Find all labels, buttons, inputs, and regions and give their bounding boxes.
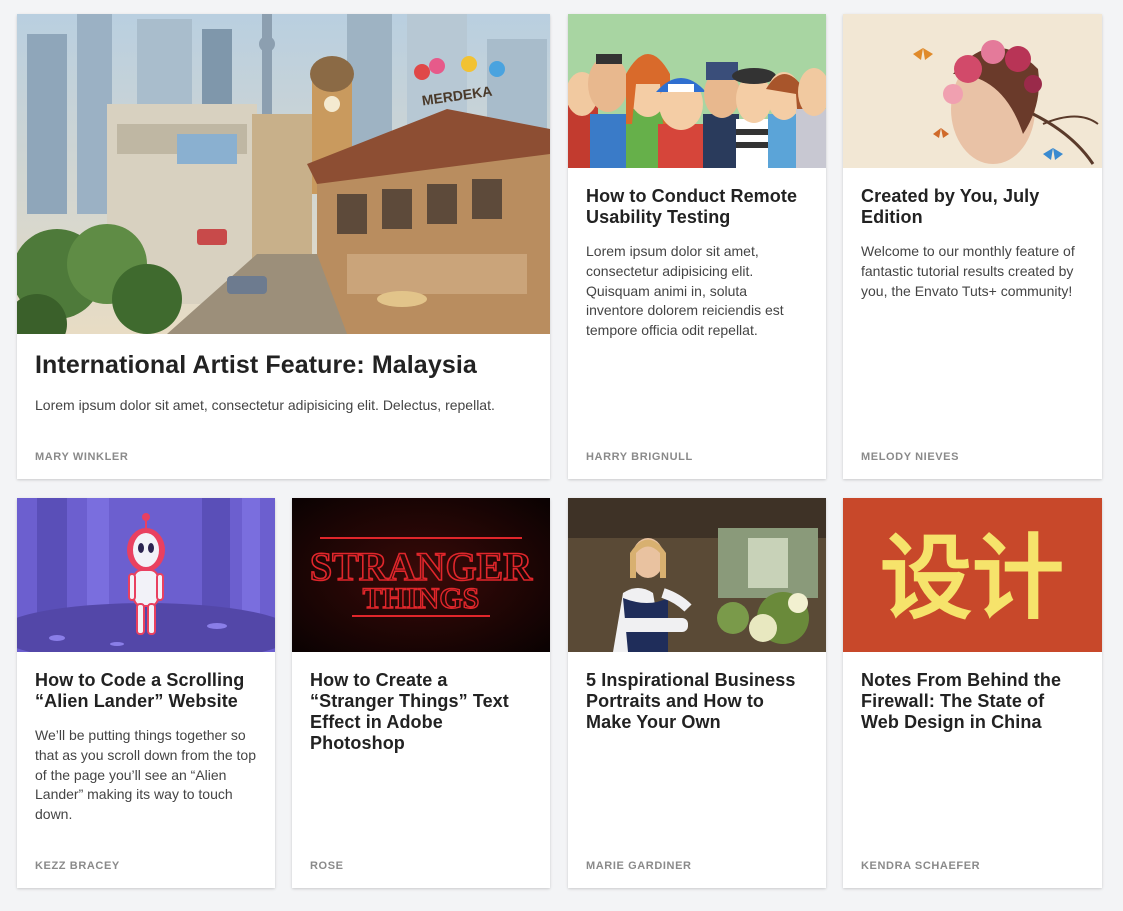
card-author[interactable]: MARY WINKLER [35,451,128,463]
card-thumbnail[interactable] [17,498,275,652]
card-title[interactable]: International Artist Feature: Malaysia [35,350,532,380]
card-author[interactable]: MELODY NIEVES [861,451,959,463]
card-author[interactable]: KEZZ BRACEY [35,860,120,872]
article-card[interactable]: Created by You, July Edition Welcome to … [843,14,1102,479]
florist-portrait-image [568,498,826,652]
card-title[interactable]: How to Create a “Stranger Things” Text E… [310,670,532,754]
card-thumbnail[interactable] [568,14,826,168]
chinese-design-image: 设计 [843,498,1102,652]
article-card[interactable]: How to Conduct Remote Usability Testing … [568,14,826,479]
article-card[interactable]: How to Code a Scrolling “Alien Lander” W… [17,498,275,888]
floral-portrait-image [843,14,1102,168]
alien-lander-image [17,498,275,652]
article-card-featured[interactable]: MERDEKA International Artist Feature: Ma… [17,14,550,479]
card-excerpt: Lorem ipsum dolor sit amet, consectetur … [35,397,495,413]
card-thumbnail[interactable]: 设计 [843,498,1102,652]
cartoon-crowd-image [568,14,826,168]
article-card[interactable]: STRANGER THINGS How to Create a “Strange… [292,498,550,888]
things-text: THINGS [363,582,480,615]
card-title[interactable]: Notes From Behind the Firewall: The Stat… [861,670,1084,733]
stranger-things-image: STRANGER THINGS [292,498,550,652]
malaysia-cityscape-image: MERDEKA [17,14,550,334]
card-thumbnail[interactable] [843,14,1102,168]
article-card[interactable]: 设计 Notes From Behind the Firewall: The S… [843,498,1102,888]
card-excerpt: We’ll be putting things together so that… [35,727,256,823]
article-card[interactable]: 5 Inspirational Business Portraits and H… [568,498,826,888]
card-thumbnail[interactable]: STRANGER THINGS [292,498,550,652]
chinese-characters-text: 设计 [880,525,1064,632]
card-author[interactable]: MARIE GARDINER [586,860,692,872]
card-title[interactable]: How to Code a Scrolling “Alien Lander” W… [35,670,257,712]
card-excerpt: Lorem ipsum dolor sit amet, consectetur … [586,243,784,339]
card-author[interactable]: ROSE [310,860,344,872]
card-title[interactable]: Created by You, July Edition [861,186,1084,228]
card-title[interactable]: 5 Inspirational Business Portraits and H… [586,670,808,733]
card-thumbnail[interactable]: MERDEKA [17,14,550,334]
card-thumbnail[interactable] [568,498,826,652]
card-author[interactable]: KENDRA SCHAEFER [861,860,980,872]
card-excerpt: Welcome to our monthly feature of fantas… [861,243,1075,299]
card-title[interactable]: How to Conduct Remote Usability Testing [586,186,808,228]
card-author[interactable]: HARRY BRIGNULL [586,451,693,463]
